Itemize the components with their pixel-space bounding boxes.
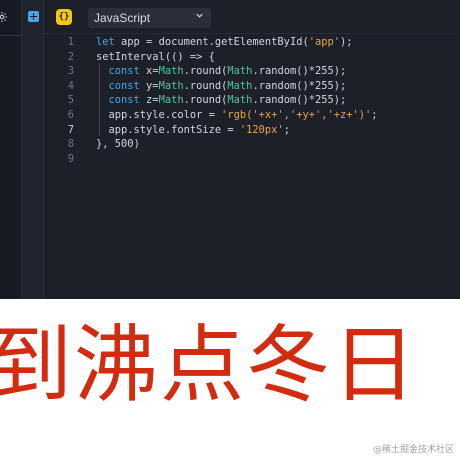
code-line[interactable]: 6 app.style.color = 'rgb('+x+','+y+','+z… xyxy=(45,108,460,123)
javascript-file-icon: {} xyxy=(56,9,72,25)
gear-icon[interactable] xyxy=(0,11,8,23)
code-token: .random()*255); xyxy=(252,79,347,92)
code-line[interactable]: 5 const z=Math.round(Math.random()*255); xyxy=(45,93,460,108)
code-token: '120px' xyxy=(239,123,284,136)
code-token: Math xyxy=(227,65,253,78)
activity-rail xyxy=(23,0,44,299)
code-text: setInterval(() => { xyxy=(96,50,215,65)
code-token: Math xyxy=(158,65,184,78)
code-editor: {} JavaScript 1 let app = document.getEle… xyxy=(0,0,460,299)
left-panel xyxy=(0,0,22,299)
language-select[interactable]: JavaScript xyxy=(88,8,211,28)
code-token: }, xyxy=(96,138,115,151)
language-select-label: JavaScript xyxy=(94,11,151,25)
line-number: 9 xyxy=(67,152,74,165)
code-text: let app = document.getElementById('app')… xyxy=(96,35,353,50)
line-number: 6 xyxy=(67,109,74,121)
caption-banner: 到沸点冬日 @稀土掘金技术社区 xyxy=(0,299,460,460)
code-line[interactable]: 1 let app = document.getElementById('app'… xyxy=(45,35,460,50)
code-line[interactable]: 7 app.style.fontSize = '120px'; xyxy=(45,123,460,138)
code-text: const y=Math.round(Math.random()*255); xyxy=(96,79,347,94)
code-token: app = document.getElementById( xyxy=(114,36,309,48)
code-token: let xyxy=(96,36,115,48)
code-token: const xyxy=(108,79,140,92)
code-token: app.style.color = xyxy=(96,109,222,121)
code-token: Math xyxy=(227,79,253,92)
code-text: app.style.fontSize = '120px'; xyxy=(96,123,290,138)
code-token: const xyxy=(108,65,140,78)
line-number: 8 xyxy=(67,138,74,151)
code-token: .random()*255); xyxy=(252,65,347,78)
caption-text: 到沸点冬日 xyxy=(0,316,419,414)
code-token: ; xyxy=(371,109,378,121)
code-token: Math xyxy=(158,79,184,92)
code-token: z= xyxy=(139,94,159,107)
code-text: const x=Math.round(Math.random()*255); xyxy=(96,64,347,79)
panel-divider xyxy=(0,35,22,36)
code-token: Math xyxy=(227,94,253,107)
code-area[interactable]: 1 let app = document.getElementById('app'… xyxy=(45,34,460,299)
code-line[interactable]: 8}, 500) xyxy=(45,137,460,152)
code-token: const xyxy=(108,94,140,107)
line-number: 3 xyxy=(67,65,74,78)
line-number: 2 xyxy=(67,50,74,63)
code-line[interactable]: 9 xyxy=(45,152,460,167)
code-token: .round( xyxy=(183,79,228,92)
code-token: x= xyxy=(139,65,159,78)
editor-toolbar: {} JavaScript xyxy=(45,0,460,34)
code-token: 'rgb('+x+','+y+','+z+')' xyxy=(221,109,372,121)
code-token: 'app' xyxy=(308,36,340,48)
code-text: const z=Math.round(Math.random()*255); xyxy=(96,93,347,108)
line-number: 1 xyxy=(67,36,74,48)
code-token: 500 xyxy=(114,138,134,151)
line-number: 7 xyxy=(67,123,74,136)
plus-icon[interactable] xyxy=(28,11,39,22)
code-text: app.style.color = 'rgb('+x+','+y+','+z+'… xyxy=(96,108,378,123)
code-token: ); xyxy=(340,36,353,48)
code-text: }, 500) xyxy=(96,137,140,152)
code-token: setInterval(() => { xyxy=(96,50,215,63)
code-line[interactable]: 4 const y=Math.round(Math.random()*255); xyxy=(45,79,460,94)
code-token: Math xyxy=(158,94,184,107)
code-token: ) xyxy=(133,138,140,151)
code-token: app.style.fontSize = xyxy=(96,123,240,136)
line-number: 4 xyxy=(67,79,74,92)
code-token: ; xyxy=(283,123,290,136)
line-number: 5 xyxy=(67,94,74,107)
code-token: y= xyxy=(139,79,159,92)
chevron-down-icon xyxy=(196,13,203,18)
watermark: @稀土掘金技术社区 xyxy=(372,445,454,455)
code-token: .round( xyxy=(183,65,228,78)
code-line[interactable]: 2 setInterval(() => { xyxy=(45,50,460,65)
code-line[interactable]: 3 const x=Math.round(Math.random()*255); xyxy=(45,64,460,79)
code-token: .round( xyxy=(183,94,228,107)
code-token: .random()*255); xyxy=(252,94,347,107)
